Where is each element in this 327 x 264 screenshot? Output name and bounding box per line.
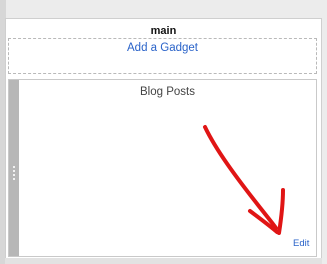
add-gadget-area[interactable]: Add a Gadget — [8, 38, 317, 74]
gadget-drag-handle[interactable] — [9, 80, 19, 256]
section-bottom-bar — [5, 258, 322, 264]
gadget-title: Blog Posts — [140, 86, 195, 98]
section-title: main — [150, 25, 177, 37]
add-gadget-link[interactable]: Add a Gadget — [127, 42, 198, 54]
drag-grip-icon — [12, 166, 16, 180]
blog-posts-gadget: Blog Posts Edit — [8, 79, 317, 257]
gadget-edit-link[interactable]: Edit — [293, 238, 309, 249]
